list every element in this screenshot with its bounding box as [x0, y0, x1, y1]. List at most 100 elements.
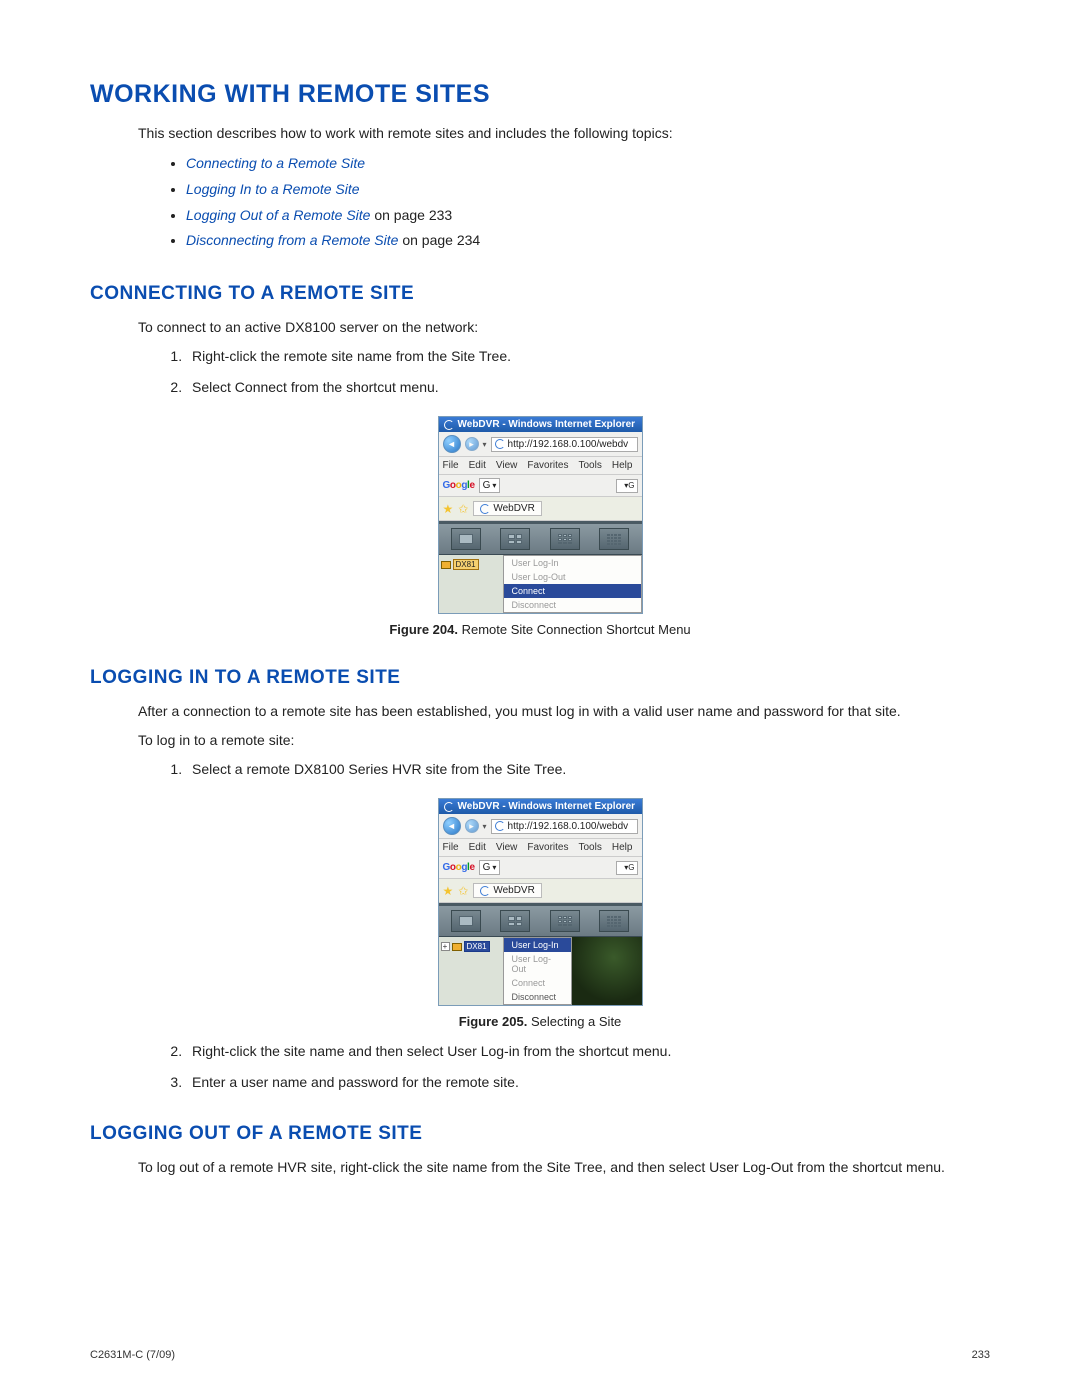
site-node-label: DX81 — [464, 941, 490, 952]
context-menu: User Log-In User Log-Out Connect Disconn… — [503, 937, 573, 1005]
video-pane — [572, 937, 642, 1005]
toc-link-connecting[interactable]: Connecting to a Remote Site — [186, 155, 365, 171]
google-go-button[interactable]: ▾G — [616, 479, 638, 493]
heading-connecting: CONNECTING TO A REMOTE SITE — [90, 283, 990, 305]
layout-3x3-button[interactable] — [550, 528, 580, 550]
toc-link-logging-out[interactable]: Logging Out of a Remote Site — [186, 207, 370, 223]
site-tree-pane: + DX81 — [439, 937, 503, 1005]
toc-link-logging-in[interactable]: Logging In to a Remote Site — [186, 181, 360, 197]
page-title: WORKING WITH REMOTE SITES — [90, 80, 990, 109]
step-item: Right-click the site name and then selec… — [186, 1041, 990, 1062]
heading-logging-in: LOGGING IN TO A REMOTE SITE — [90, 667, 990, 689]
site-icon — [441, 561, 451, 569]
ctx-logout[interactable]: User Log-Out — [504, 952, 572, 976]
forward-button[interactable]: ▸ — [465, 819, 479, 833]
menu-favorites[interactable]: Favorites — [527, 842, 568, 853]
step-item: Select a remote DX8100 Series HVR site f… — [186, 759, 990, 780]
google-search-box[interactable]: G▾ — [479, 478, 501, 493]
sec2-p1: After a connection to a remote site has … — [138, 701, 990, 722]
figure-204-caption: Figure 204. Remote Site Connection Short… — [90, 622, 990, 637]
back-button[interactable]: ◄ — [443, 435, 461, 453]
ctx-disconnect[interactable]: Disconnect — [504, 598, 641, 612]
layout-4x4-button[interactable] — [599, 910, 629, 932]
menu-help[interactable]: Help — [612, 842, 633, 853]
google-logo: Google — [443, 862, 475, 873]
site-tree-pane: DX81 — [439, 555, 503, 613]
ie-titlebar: WebDVR - Windows Internet Explorer — [439, 417, 642, 432]
ctx-login[interactable]: User Log-In — [504, 938, 572, 952]
heading-logging-out: LOGGING OUT OF A REMOTE SITE — [90, 1123, 990, 1145]
footer-page-number: 233 — [972, 1349, 990, 1361]
step-item: Select Connect from the shortcut menu. — [186, 377, 990, 398]
url-text: http://192.168.0.100/webdv — [508, 821, 629, 832]
tree-node[interactable]: DX81 — [441, 559, 501, 570]
back-button[interactable]: ◄ — [443, 817, 461, 835]
site-node-label: DX81 — [453, 559, 479, 570]
favorites-bar: ★ ✩ WebDVR — [439, 497, 642, 521]
address-input[interactable]: http://192.168.0.100/webdv — [491, 437, 638, 452]
screenshot-login-menu: WebDVR - Windows Internet Explorer ◄ ▸ ▾… — [438, 798, 643, 1006]
layout-4x4-button[interactable] — [599, 528, 629, 550]
dropdown-icon[interactable]: ▾ — [483, 440, 487, 449]
google-search-box[interactable]: G▾ — [479, 860, 501, 875]
url-text: http://192.168.0.100/webdv — [508, 439, 629, 450]
menu-file[interactable]: File — [443, 460, 459, 471]
layout-2x2-button[interactable] — [500, 910, 530, 932]
add-favorite-icon[interactable]: ✩ — [458, 884, 468, 898]
ie-logo-icon — [444, 802, 454, 812]
ctx-logout[interactable]: User Log-Out — [504, 570, 641, 584]
ctx-disconnect[interactable]: Disconnect — [504, 990, 572, 1004]
menu-edit[interactable]: Edit — [469, 842, 486, 853]
ie-address-bar: ◄ ▸ ▾ http://192.168.0.100/webdv — [439, 814, 642, 839]
screenshot-connect-menu: WebDVR - Windows Internet Explorer ◄ ▸ ▾… — [438, 416, 643, 614]
google-toolbar: Google G▾ ▾G — [439, 475, 642, 497]
tree-node[interactable]: + DX81 — [441, 941, 501, 952]
sec3-p: To log out of a remote HVR site, right-c… — [138, 1157, 990, 1178]
ie-logo-icon — [444, 420, 454, 430]
intro-paragraph: This section describes how to work with … — [138, 123, 990, 144]
layout-2x2-button[interactable] — [500, 528, 530, 550]
window-title: WebDVR - Windows Internet Explorer — [458, 801, 636, 812]
ctx-login[interactable]: User Log-In — [504, 556, 641, 570]
tab-icon — [480, 504, 490, 514]
sec2-steps-cont: Right-click the site name and then selec… — [186, 1041, 990, 1093]
ctx-connect[interactable]: Connect — [504, 584, 641, 598]
figure-205-caption: Figure 205. Selecting a Site — [90, 1014, 990, 1029]
sec1-intro: To connect to an active DX8100 server on… — [138, 317, 990, 338]
google-go-button[interactable]: ▾G — [616, 861, 638, 875]
menu-help[interactable]: Help — [612, 460, 633, 471]
favorites-star-icon[interactable]: ★ — [443, 502, 454, 516]
forward-button[interactable]: ▸ — [465, 437, 479, 451]
add-favorite-icon[interactable]: ✩ — [458, 502, 468, 516]
ie-menu-bar: File Edit View Favorites Tools Help — [439, 457, 642, 475]
favorites-star-icon[interactable]: ★ — [443, 884, 454, 898]
ie-menu-bar: File Edit View Favorites Tools Help — [439, 839, 642, 857]
ie-address-bar: ◄ ▸ ▾ http://192.168.0.100/webdv — [439, 432, 642, 457]
menu-file[interactable]: File — [443, 842, 459, 853]
layout-1x1-button[interactable] — [451, 910, 481, 932]
toc-pageref: on page 234 — [398, 232, 480, 248]
webdvr-app-body: + DX81 User Log-In User Log-Out Connect … — [439, 903, 642, 1005]
favorites-bar: ★ ✩ WebDVR — [439, 879, 642, 903]
toc-link-disconnecting[interactable]: Disconnecting from a Remote Site — [186, 232, 398, 248]
menu-favorites[interactable]: Favorites — [527, 460, 568, 471]
page-icon — [495, 821, 505, 831]
browser-tab[interactable]: WebDVR — [473, 501, 542, 516]
address-input[interactable]: http://192.168.0.100/webdv — [491, 819, 638, 834]
browser-tab[interactable]: WebDVR — [473, 883, 542, 898]
tab-label: WebDVR — [493, 503, 535, 514]
ctx-connect[interactable]: Connect — [504, 976, 572, 990]
menu-view[interactable]: View — [496, 460, 518, 471]
dropdown-icon[interactable]: ▾ — [483, 822, 487, 831]
layout-3x3-button[interactable] — [550, 910, 580, 932]
layout-1x1-button[interactable] — [451, 528, 481, 550]
menu-edit[interactable]: Edit — [469, 460, 486, 471]
sec2-p2: To log in to a remote site: — [138, 730, 990, 751]
menu-tools[interactable]: Tools — [578, 460, 601, 471]
footer-doc-id: C2631M-C (7/09) — [90, 1349, 175, 1361]
google-logo: Google — [443, 480, 475, 491]
figure-204: WebDVR - Windows Internet Explorer ◄ ▸ ▾… — [90, 416, 990, 637]
menu-tools[interactable]: Tools — [578, 842, 601, 853]
tree-expand-icon[interactable]: + — [441, 942, 450, 951]
menu-view[interactable]: View — [496, 842, 518, 853]
